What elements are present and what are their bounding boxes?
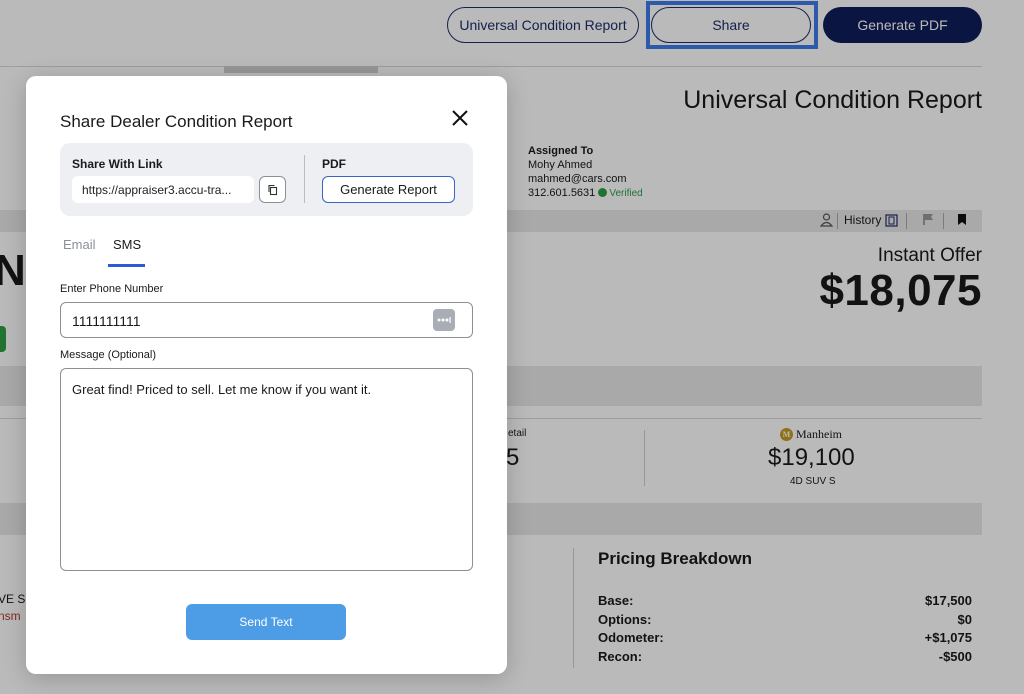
close-icon[interactable] [450, 108, 470, 128]
divider [304, 155, 305, 203]
tab-email[interactable]: Email [63, 237, 96, 252]
send-text-button[interactable]: Send Text [186, 604, 346, 640]
share-link-label: Share With Link [72, 157, 163, 171]
share-options-box: Share With Link https://appraiser3.accu-… [60, 143, 473, 216]
message-textarea[interactable]: Great find! Priced to sell. Let me know … [60, 368, 473, 571]
share-link-field[interactable]: https://appraiser3.accu-tra... [72, 176, 254, 203]
copy-link-button[interactable] [259, 176, 286, 203]
active-tab-indicator [108, 264, 145, 267]
phone-label: Enter Phone Number [60, 283, 164, 295]
tab-sms[interactable]: SMS [113, 237, 141, 252]
generate-report-button[interactable]: Generate Report [322, 176, 455, 203]
share-modal: Share Dealer Condition Report Share With… [26, 76, 507, 674]
pdf-label: PDF [322, 157, 346, 171]
modal-title: Share Dealer Condition Report [60, 112, 293, 131]
phone-input[interactable]: 1111111111 [60, 302, 473, 338]
copy-icon [267, 184, 277, 195]
autofill-dots-icon[interactable] [433, 309, 455, 331]
message-label: Message (Optional) [60, 349, 156, 361]
